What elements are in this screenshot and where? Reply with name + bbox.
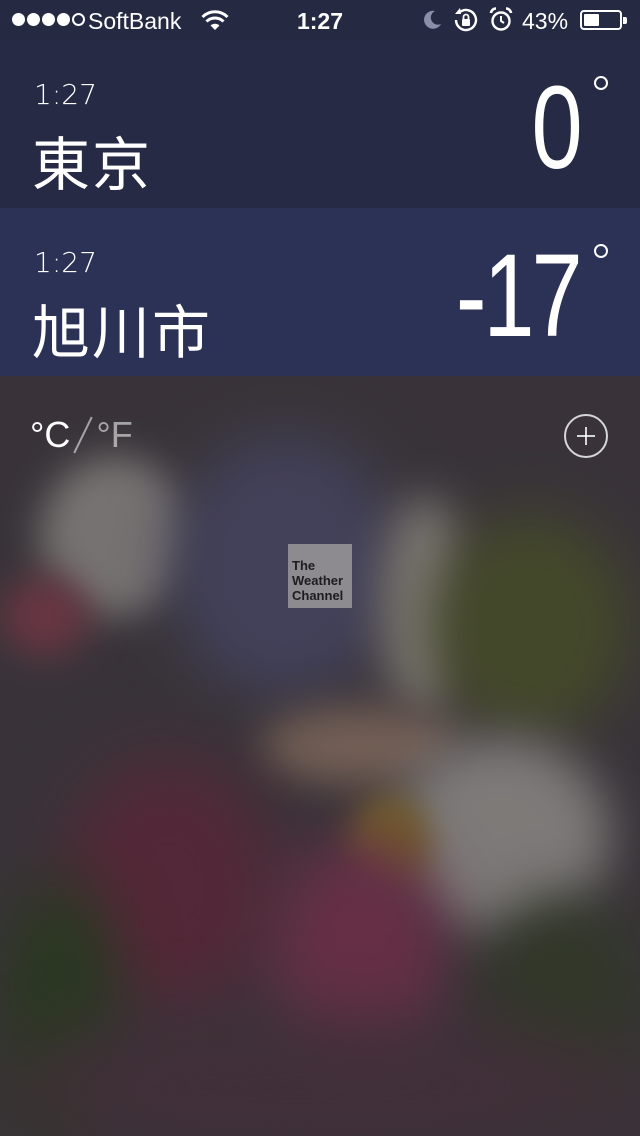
degree-symbol — [594, 76, 608, 90]
city-row-tokyo[interactable]: 1:27 東京 0 — [0, 40, 640, 208]
city-time: 1:27 — [34, 78, 97, 111]
city-name: 東京 — [32, 131, 153, 199]
status-bar: SoftBank 1:27 43% — [0, 0, 640, 40]
city-temperature: -17 — [456, 230, 583, 362]
battery-icon — [580, 10, 627, 30]
celsius-toggle[interactable]: °C — [30, 414, 70, 456]
plus-circle-icon[interactable] — [564, 414, 608, 458]
degree-symbol — [594, 244, 608, 258]
rotation-lock-icon — [454, 8, 478, 32]
unit-divider — [73, 416, 94, 454]
alarm-icon — [489, 7, 513, 31]
battery-percent: 43% — [522, 8, 569, 34]
city-time: 1:27 — [34, 246, 97, 279]
background-photo — [0, 376, 640, 1136]
city-temperature: 0 — [531, 62, 583, 194]
fahrenheit-toggle[interactable]: °F — [96, 414, 132, 456]
city-row-asahikawa[interactable]: 1:27 旭川市 -17 — [0, 208, 640, 376]
city-name: 旭川市 — [32, 299, 213, 367]
weather-channel-logo[interactable]: The Weather Channel — [288, 544, 352, 608]
unit-toggle[interactable]: °C °F — [30, 414, 133, 456]
moon-icon — [424, 10, 441, 29]
